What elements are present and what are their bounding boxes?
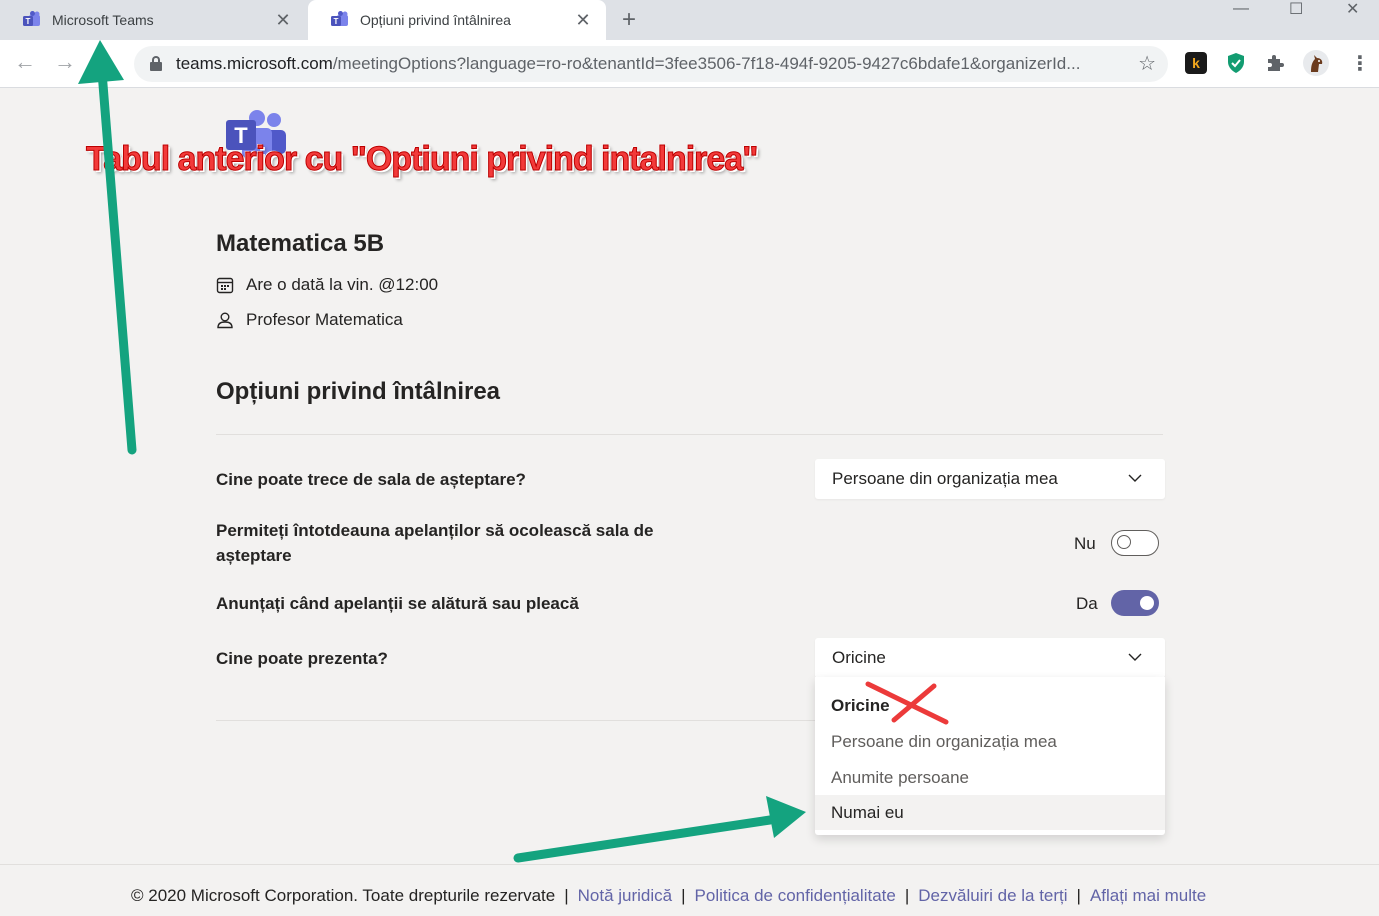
minimize-icon[interactable]: — — [1233, 0, 1249, 18]
url-path: /meetingOptions?language=ro-ro&tenantId=… — [332, 54, 1081, 73]
lobby-select[interactable]: Persoane din organizația mea — [815, 459, 1165, 499]
meeting-options-page: T Matematica 5B Are o dată la vin. @12:0… — [0, 88, 1379, 916]
browser-tabstrip: T Microsoft Teams ✕ T Opțiuni privind în… — [0, 0, 1379, 40]
announce-toggle[interactable] — [1111, 590, 1159, 616]
close-window-icon[interactable]: ✕ — [1346, 0, 1359, 19]
browser-toolbar: ← → teams.microsoft.com/meetingOptions?l… — [0, 40, 1379, 88]
presenters-select-value: Oricine — [832, 648, 886, 667]
copyright-text: © 2020 Microsoft Corporation. Toate drep… — [131, 886, 556, 905]
lobby-label: Cine poate trece de sala de așteptare? — [216, 470, 526, 489]
close-tab-icon[interactable]: ✕ — [274, 10, 292, 31]
bypass-callers-label: Permiteți întotdeauna apelanților să oco… — [216, 521, 654, 565]
footer-link-learn-more[interactable]: Aflați mai multe — [1090, 886, 1206, 905]
tab-meeting-options[interactable]: T Opțiuni privind întâlnirea ✕ — [308, 0, 606, 40]
tab-title: Microsoft Teams — [52, 12, 154, 28]
meeting-organizer: Profesor Matematica — [216, 310, 403, 330]
back-arrow-icon[interactable]: ← — [14, 49, 36, 75]
section-divider — [216, 434, 1163, 435]
svg-text:T: T — [334, 17, 339, 26]
dropdown-option-only-me[interactable]: Numai eu — [815, 795, 1165, 830]
presenters-select[interactable]: Oricine — [815, 638, 1165, 678]
presenters-label: Cine poate prezenta? — [216, 649, 388, 668]
profile-avatar[interactable] — [1303, 50, 1329, 76]
kebab-menu-icon[interactable]: ⋮ — [1350, 51, 1370, 76]
bypass-callers-toggle[interactable] — [1111, 530, 1159, 556]
annotation-text: Tabul anterior cu "Optiuni privind intal… — [85, 140, 758, 179]
teams-favicon-icon: T — [22, 11, 42, 29]
calendar-icon — [216, 276, 234, 294]
plus-icon[interactable]: + — [622, 6, 636, 34]
forward-arrow-icon[interactable]: → — [54, 49, 76, 75]
footer-row: © 2020 Microsoft Corporation. Toate drep… — [131, 886, 1207, 905]
k-extension-icon[interactable]: k — [1185, 52, 1207, 74]
chevron-down-icon — [1127, 649, 1143, 665]
announce-label: Anunțați când apelanții se alătură sau p… — [216, 594, 579, 613]
maximize-icon[interactable]: ☐ — [1289, 0, 1303, 19]
tab-title: Opțiuni privind întâlnirea — [360, 12, 511, 28]
footer-link-privacy[interactable]: Politica de confidențialitate — [695, 886, 896, 905]
dropdown-option-specific-people[interactable]: Anumite persoane — [815, 760, 1165, 795]
bookmark-star-icon[interactable]: ☆ — [1138, 51, 1156, 76]
close-tab-icon[interactable]: ✕ — [574, 10, 592, 31]
schedule-text: Are o dată la vin. @12:00 — [246, 275, 439, 294]
meeting-title: Matematica 5B — [216, 230, 385, 257]
dropdown-option-anyone[interactable]: Oricine — [815, 688, 1165, 723]
teams-favicon-icon: T — [330, 11, 350, 29]
section-divider-bottom — [216, 720, 816, 721]
lobby-select-value: Persoane din organizația mea — [832, 469, 1058, 488]
announce-state: Da — [1076, 594, 1098, 613]
organizer-name: Profesor Matematica — [246, 310, 403, 329]
shield-extension-icon[interactable] — [1225, 52, 1247, 74]
section-title: Opțiuni privind întâlnirea — [216, 378, 501, 405]
puzzle-icon[interactable] — [1264, 52, 1286, 74]
page-footer: © 2020 Microsoft Corporation. Toate drep… — [0, 864, 1379, 905]
tab-microsoft-teams[interactable]: T Microsoft Teams ✕ — [0, 0, 306, 40]
person-icon — [216, 311, 234, 329]
url-host: teams.microsoft.com — [176, 54, 333, 73]
address-bar[interactable]: teams.microsoft.com/meetingOptions?langu… — [134, 46, 1168, 82]
footer-link-third-party[interactable]: Dezvăluiri de la terți — [918, 886, 1067, 905]
presenters-dropdown-menu: Oricine Persoane din organizația mea Anu… — [815, 677, 1165, 835]
dropdown-option-organization[interactable]: Persoane din organizația mea — [815, 724, 1165, 759]
lock-icon — [150, 56, 162, 71]
chevron-down-icon — [1127, 470, 1143, 486]
svg-text:T: T — [26, 17, 31, 26]
meeting-schedule: Are o dată la vin. @12:00 — [216, 275, 438, 295]
bypass-callers-state: Nu — [1074, 534, 1096, 553]
footer-link-legal[interactable]: Notă juridică — [578, 886, 673, 905]
